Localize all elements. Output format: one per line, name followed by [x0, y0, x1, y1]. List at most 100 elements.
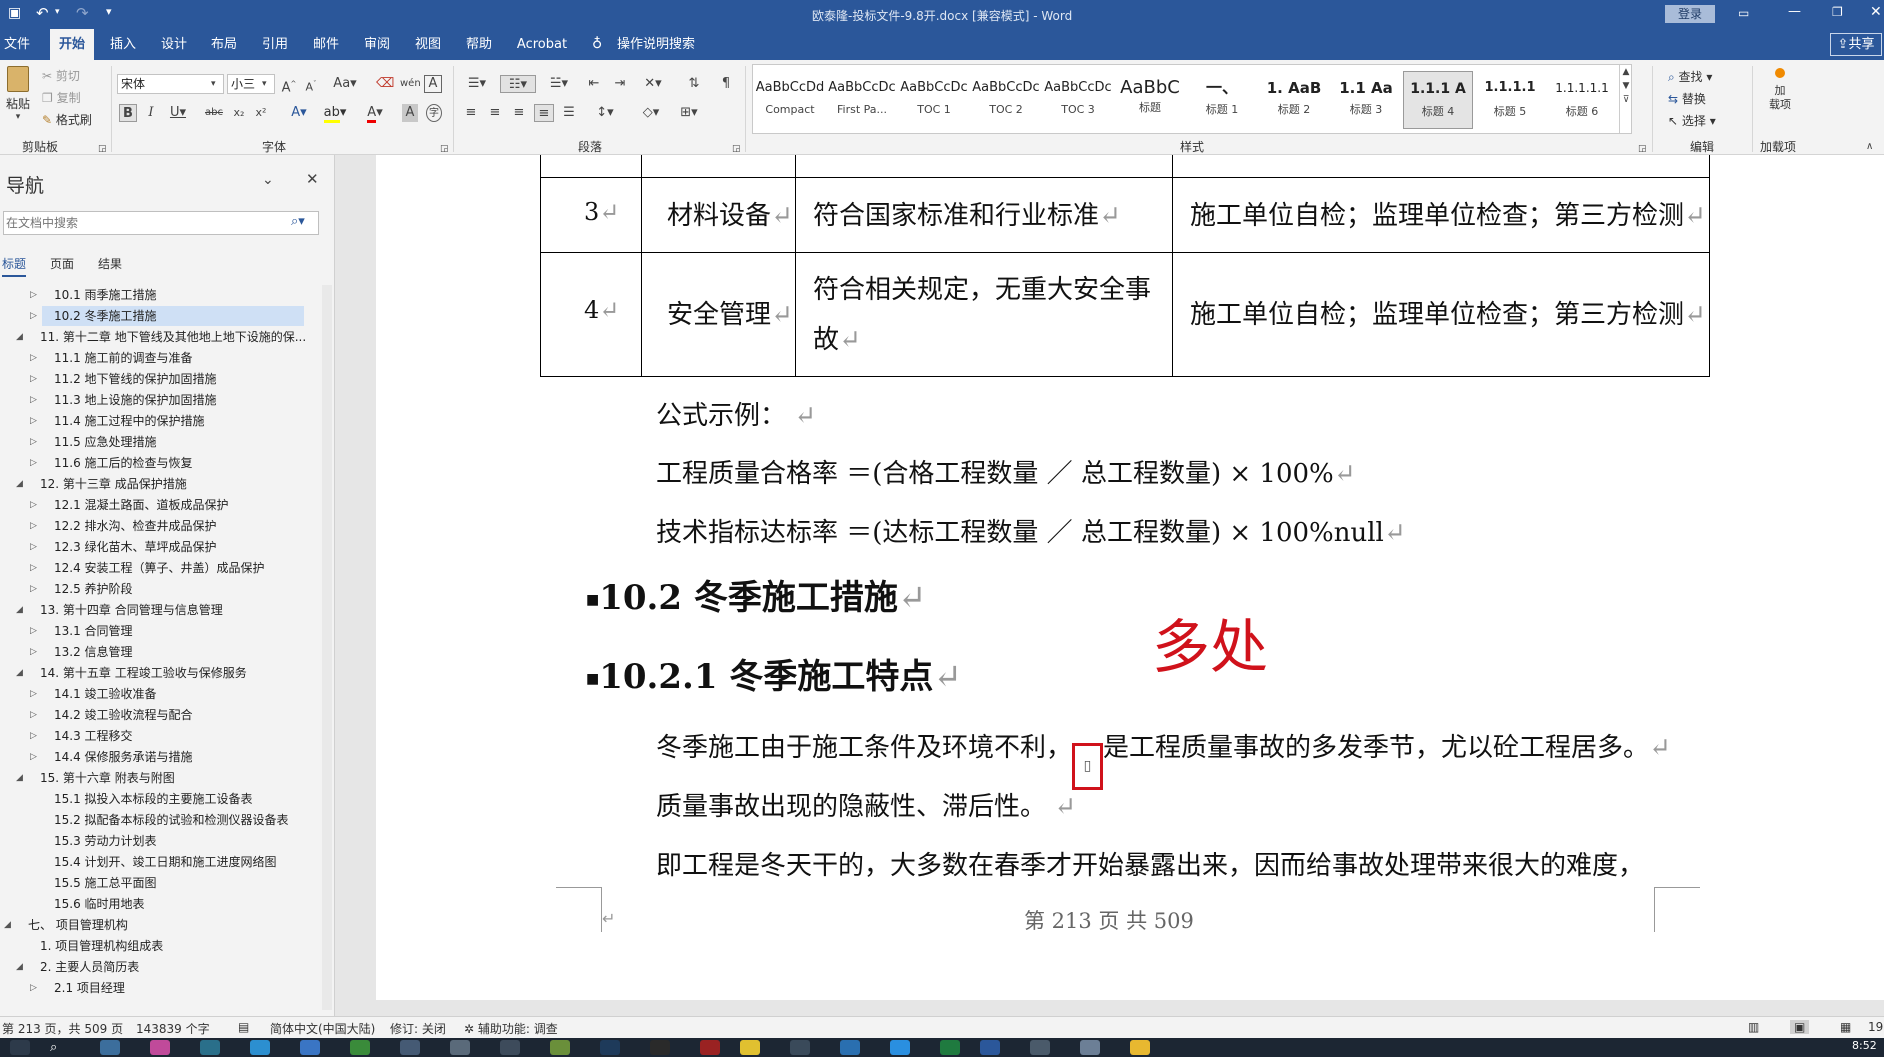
- style-toc-2[interactable]: AaBbCcDc TOC 2: [971, 71, 1041, 129]
- cut-button[interactable]: ✂ 剪切: [42, 67, 80, 84]
- nav-scrollbar[interactable]: [322, 285, 332, 1010]
- character-border-icon[interactable]: A: [424, 75, 442, 93]
- bold-icon[interactable]: B: [119, 104, 137, 122]
- calculator-icon[interactable]: [100, 1040, 120, 1055]
- align-left-icon[interactable]: ≡: [462, 104, 480, 122]
- expand-arrow-icon[interactable]: ▷: [30, 411, 37, 431]
- subscript-icon[interactable]: x₂: [230, 104, 248, 122]
- style-heading-3[interactable]: 1.1 Aa 标题 3: [1331, 71, 1401, 129]
- tab-mailings[interactable]: 邮件: [306, 29, 346, 60]
- select-button[interactable]: ↖ 选择 ▾: [1668, 112, 1716, 129]
- style-heading-4[interactable]: 1.1.1 A 标题 4: [1403, 71, 1473, 129]
- app-icon[interactable]: [400, 1040, 420, 1055]
- collapse-arrow-icon[interactable]: ◢: [16, 957, 23, 977]
- tab-references[interactable]: 引用: [255, 29, 295, 60]
- zoom-level[interactable]: 190: [1868, 1020, 1884, 1034]
- align-center-icon[interactable]: ≡: [486, 104, 504, 122]
- expand-arrow-icon[interactable]: ▷: [30, 348, 37, 368]
- copy-button[interactable]: ❐ 复制: [42, 89, 81, 106]
- nav-heading-item[interactable]: ◢ 13. 第十四章 合同管理与信息管理: [0, 600, 318, 620]
- word-count[interactable]: 143839 个字: [136, 1020, 210, 1037]
- style-heading-5[interactable]: 1.1.1.1 标题 5: [1475, 71, 1545, 129]
- collapse-ribbon-icon[interactable]: ∧: [1866, 138, 1873, 156]
- text-effects-icon[interactable]: A▾: [286, 104, 312, 122]
- nav-tab-headings[interactable]: 标题: [2, 255, 27, 277]
- login-button[interactable]: 登录: [1665, 5, 1715, 23]
- nav-heading-item[interactable]: ▷ 11.6 施工后的检查与恢复: [0, 453, 318, 473]
- nav-heading-item[interactable]: 15.6 临时用地表: [0, 894, 318, 914]
- expand-arrow-icon[interactable]: ▷: [30, 621, 37, 641]
- close-icon[interactable]: ✕: [306, 170, 319, 188]
- style-heading-2[interactable]: 1. AaB 标题 2: [1259, 71, 1329, 129]
- tab-insert[interactable]: 插入: [103, 29, 143, 60]
- expand-arrow-icon[interactable]: ▷: [30, 306, 37, 326]
- nav-heading-item[interactable]: ▷ 10.1 雨季施工措施: [0, 285, 318, 305]
- nav-heading-item[interactable]: ◢ 11. 第十二章 地下管线及其他地上地下设施的保...: [0, 327, 318, 347]
- expand-arrow-icon[interactable]: ▷: [30, 642, 37, 662]
- excel-icon[interactable]: [940, 1040, 960, 1055]
- paste-button[interactable]: 粘贴 ▾: [4, 64, 32, 132]
- language[interactable]: 简体中文(中国大陆): [270, 1020, 375, 1037]
- search-icon[interactable]: ⌕: [50, 1040, 70, 1055]
- app-icon[interactable]: [250, 1040, 270, 1055]
- nav-heading-item[interactable]: ▷ 10.2 冬季施工措施: [30, 306, 304, 326]
- sort-icon[interactable]: ⇅: [684, 75, 704, 93]
- read-mode-icon[interactable]: ▥: [1748, 1020, 1759, 1034]
- clear-formatting-icon[interactable]: ⌫: [376, 75, 394, 93]
- expand-arrow-icon[interactable]: ▷: [30, 747, 37, 767]
- chevron-down-icon[interactable]: ▾: [211, 75, 216, 93]
- redo-icon[interactable]: ↷: [76, 4, 89, 22]
- nav-heading-item[interactable]: ▷ 12.1 混凝土路面、道板成品保护: [0, 495, 318, 515]
- customize-quick-access-icon[interactable]: ▾: [106, 5, 112, 18]
- nav-heading-item[interactable]: ▷ 13.2 信息管理: [0, 642, 318, 662]
- style-title[interactable]: AaBbC 标题: [1115, 71, 1185, 129]
- nav-heading-item[interactable]: ▷ 11.4 施工过程中的保护措施: [0, 411, 318, 431]
- app-icon[interactable]: [790, 1040, 810, 1055]
- underline-icon[interactable]: U▾: [166, 104, 190, 122]
- style-compact[interactable]: AaBbCcDd Compact: [755, 71, 825, 129]
- style-toc-3[interactable]: AaBbCcDc TOC 3: [1043, 71, 1113, 129]
- expand-arrow-icon[interactable]: ▷: [30, 390, 37, 410]
- tab-help[interactable]: 帮助: [459, 29, 499, 60]
- nav-heading-item[interactable]: ▷ 12.2 排水沟、检查井成品保护: [0, 516, 318, 536]
- expand-arrow-icon[interactable]: ▷: [30, 726, 37, 746]
- collapse-arrow-icon[interactable]: ◢: [16, 663, 23, 683]
- file-explorer-icon[interactable]: [1130, 1040, 1150, 1055]
- maximize-button[interactable]: ❐: [1832, 5, 1843, 19]
- expand-arrow-icon[interactable]: ▷: [30, 684, 37, 704]
- nav-heading-item[interactable]: ▷ 11.2 地下管线的保护加固措施: [0, 369, 318, 389]
- collapse-arrow-icon[interactable]: ◢: [16, 768, 23, 788]
- collapse-arrow-icon[interactable]: ◢: [4, 915, 11, 935]
- tab-layout[interactable]: 布局: [204, 29, 244, 60]
- format-painter-button[interactable]: ✎ 格式刷: [42, 111, 92, 128]
- nav-heading-item[interactable]: 15.4 计划开、竣工日期和施工进度网络图: [0, 852, 318, 872]
- expand-arrow-icon[interactable]: ▷: [30, 369, 37, 389]
- minimize-button[interactable]: —: [1788, 4, 1801, 19]
- save-icon[interactable]: ▣: [8, 5, 21, 21]
- expand-arrow-icon[interactable]: ▷: [30, 978, 37, 998]
- tab-review[interactable]: 审阅: [357, 29, 397, 60]
- collapse-arrow-icon[interactable]: ◢: [16, 327, 23, 347]
- undo-dropdown-icon[interactable]: ▾: [55, 7, 60, 17]
- increase-indent-icon[interactable]: ⇥: [610, 75, 630, 93]
- nav-heading-item[interactable]: ▷ 13.1 合同管理: [0, 621, 318, 641]
- nav-heading-item[interactable]: ▷ 12.5 养护阶段: [0, 579, 318, 599]
- nav-heading-item[interactable]: ▷ 14.2 竣工验收流程与配合: [0, 705, 318, 725]
- distributed-icon[interactable]: ☰: [560, 104, 578, 122]
- style-first-paragraph[interactable]: AaBbCcDc First Pa...: [827, 71, 897, 129]
- align-right-icon[interactable]: ≡: [510, 104, 528, 122]
- nav-heading-item[interactable]: 15.1 拟投入本标段的主要施工设备表: [0, 789, 318, 809]
- shrink-font-icon[interactable]: Aˇ: [302, 75, 320, 94]
- app-icon[interactable]: [450, 1040, 470, 1055]
- nav-heading-item[interactable]: ◢ 12. 第十三章 成品保护措施: [0, 474, 318, 494]
- borders-icon[interactable]: ⊞▾: [674, 104, 704, 122]
- windows-icon[interactable]: [10, 1040, 30, 1055]
- word-icon[interactable]: [980, 1040, 1000, 1055]
- style-heading-1[interactable]: 一、 标题 1: [1187, 71, 1257, 129]
- find-button[interactable]: ⌕ 查找 ▾: [1668, 68, 1712, 85]
- web-layout-icon[interactable]: ▦: [1840, 1020, 1851, 1034]
- nav-heading-item[interactable]: ▷ 11.3 地上设施的保护加固措施: [0, 390, 318, 410]
- expand-arrow-icon[interactable]: ▷: [30, 558, 37, 578]
- change-case-icon[interactable]: Aa▾: [330, 75, 360, 93]
- page-count[interactable]: 第 213 页，共 509 页: [2, 1020, 123, 1037]
